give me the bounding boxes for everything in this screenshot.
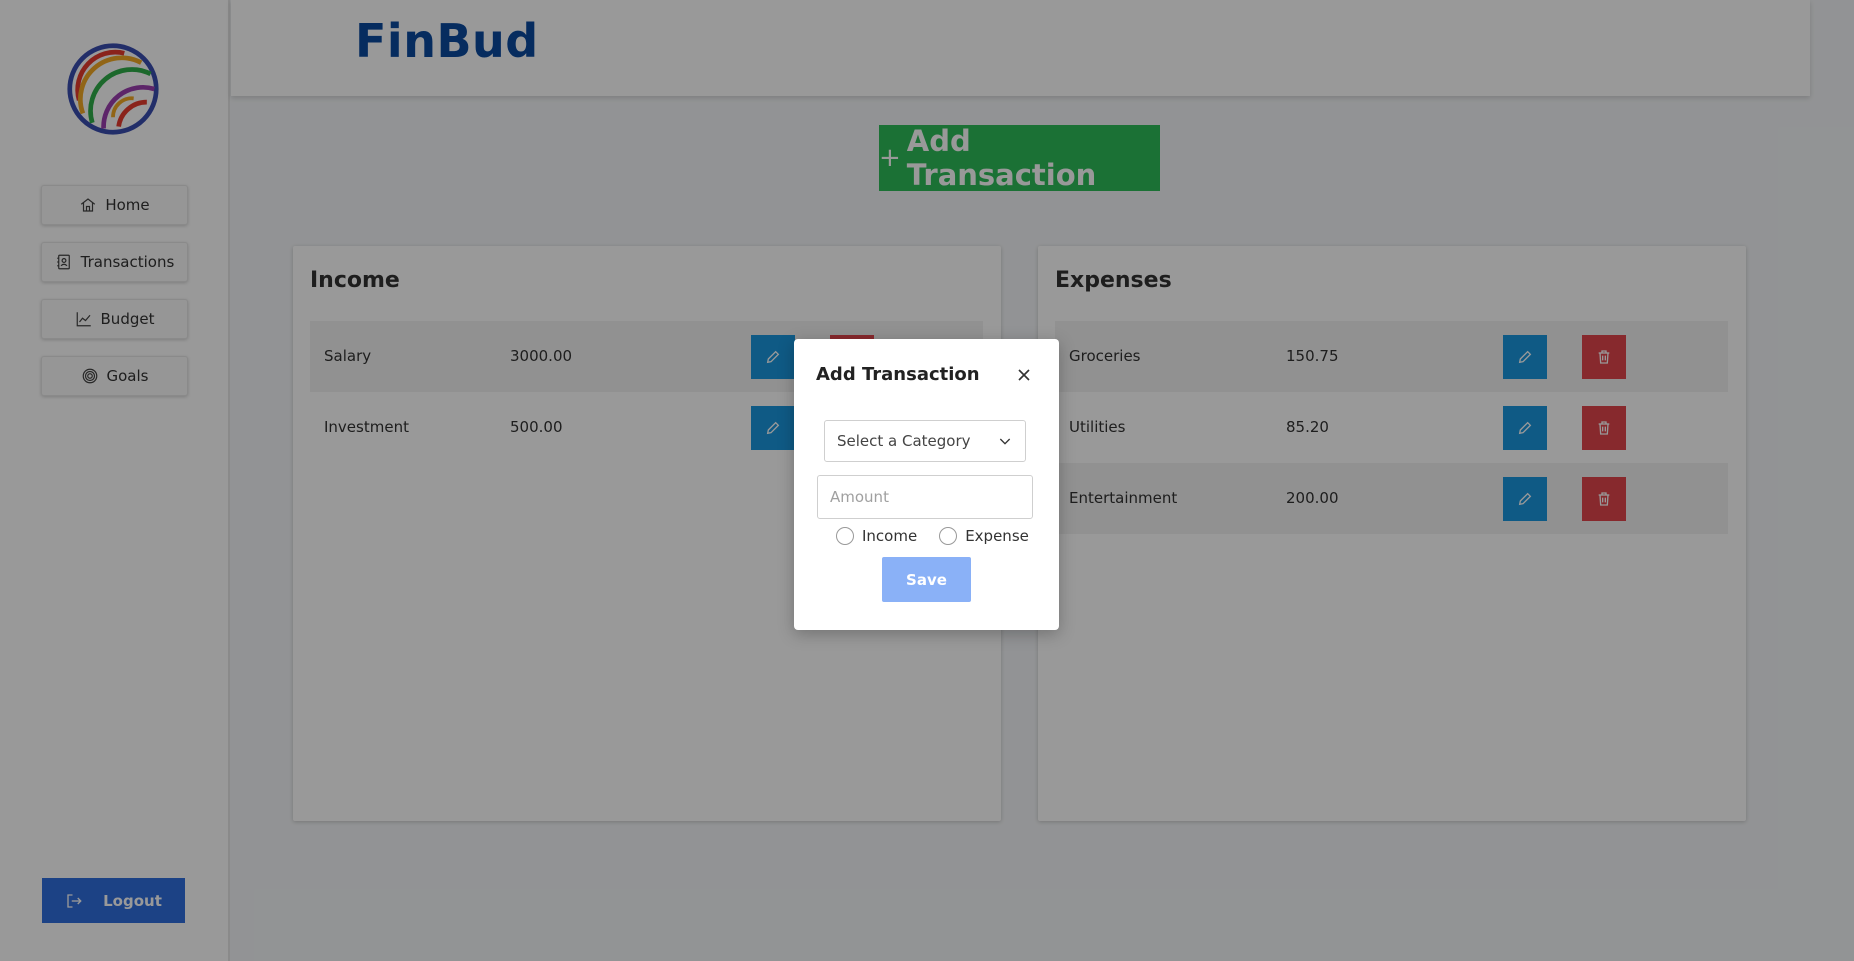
add-transaction-modal: Add Transaction Select a Category Income… [794,339,1059,630]
expense-radio[interactable] [939,527,958,545]
category-select-value: Select a Category [837,432,971,450]
amount-input[interactable] [817,475,1033,519]
close-icon[interactable] [1014,365,1034,385]
income-radio[interactable] [836,527,854,545]
category-select[interactable]: Select a Category [824,420,1026,462]
save-button[interactable]: Save [882,557,971,602]
expense-radio-label: Expense [965,527,1029,545]
type-radio-group: Income Expense [836,527,1043,545]
chevron-down-icon [999,438,1011,445]
income-radio-label: Income [862,527,918,545]
modal-title: Add Transaction [816,364,980,385]
